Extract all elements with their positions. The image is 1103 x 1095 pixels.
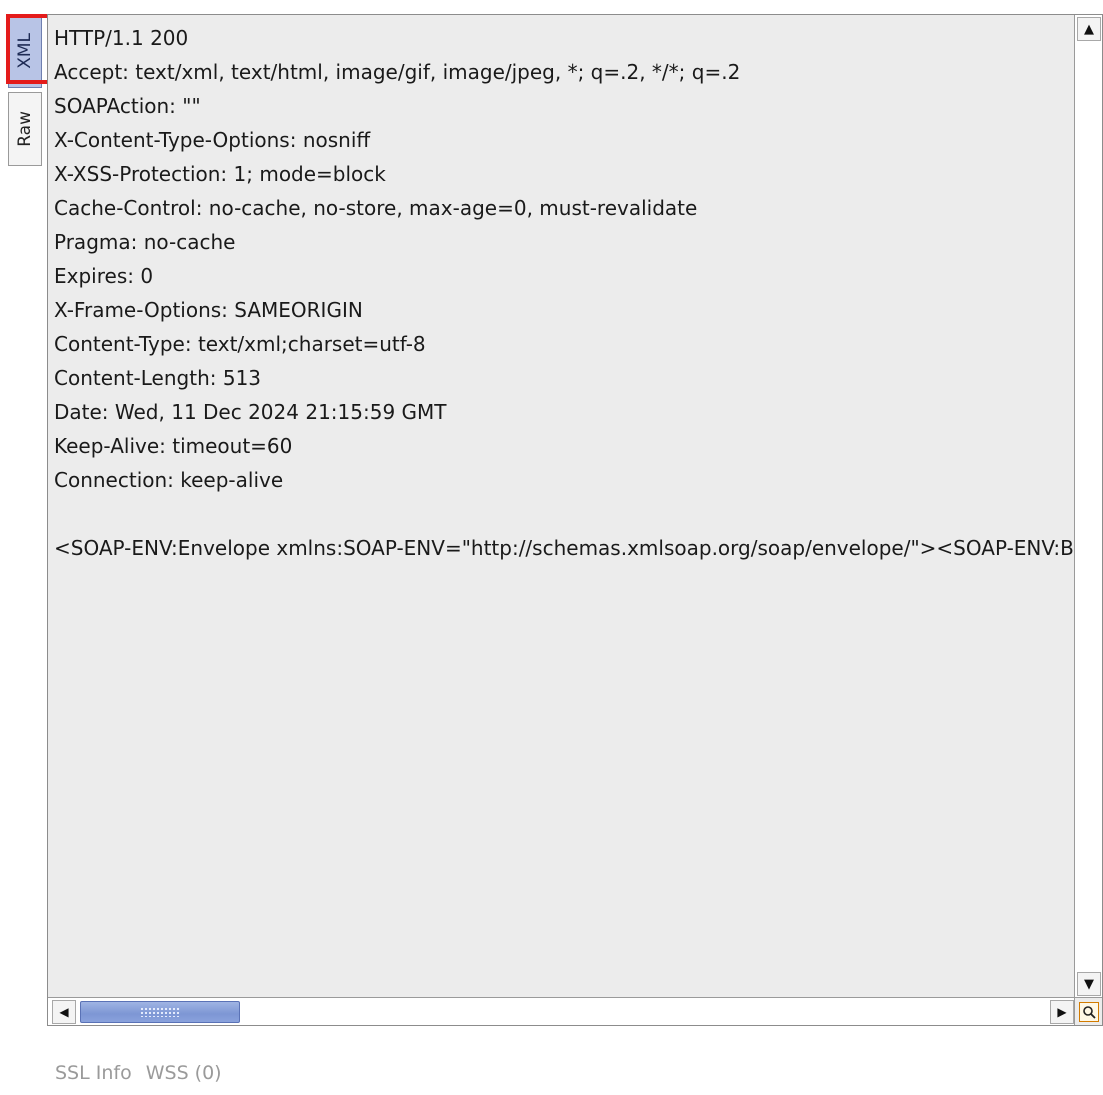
response-line: Content-Length: 513 [54,366,262,390]
tab-ssl-info[interactable]: SSL Info [55,1062,132,1092]
tab-wss[interactable]: WSS (0) [146,1062,222,1092]
response-line: <SOAP-ENV:Envelope xmlns:SOAP-ENV="http:… [54,536,1076,560]
response-line: X-Content-Type-Options: nosniff [54,128,371,152]
response-line: Expires: 0 [54,264,154,288]
response-line: HTTP/1.1 200 [54,26,189,50]
grip-icon [140,1007,180,1017]
scroll-down-button[interactable]: ▼ [1077,972,1101,996]
response-line: X-Frame-Options: SAMEORIGIN [54,298,363,322]
response-line: Content-Type: text/xml;charset=utf-8 [54,332,426,356]
response-line: Accept: text/xml, text/html, image/gif, … [54,60,741,84]
response-line: Keep-Alive: timeout=60 [54,434,293,458]
horizontal-scrollbar[interactable]: ◀ ▶ [48,997,1076,1025]
arrow-right-icon: ▶ [1057,1005,1067,1019]
view-tabs: XML Raw [8,14,42,166]
arrow-down-icon: ▼ [1084,976,1094,992]
scroll-left-button[interactable]: ◀ [52,1000,76,1024]
scroll-right-button[interactable]: ▶ [1050,1000,1074,1024]
tab-raw[interactable]: Raw [8,92,42,166]
tab-xml[interactable]: XML [8,14,42,88]
response-text-area[interactable]: HTTP/1.1 200 Accept: text/xml, text/html… [48,15,1076,998]
scroll-corner [1074,997,1102,1025]
bottom-tab-bar: SSL Info WSS (0) [55,1062,222,1092]
response-line: Connection: keep-alive [54,468,284,492]
tab-raw-label: Raw [15,111,35,147]
magnifier-icon [1082,1005,1096,1019]
horizontal-scroll-thumb[interactable] [80,1001,240,1023]
vertical-scrollbar[interactable]: ▲ ▼ [1074,15,1102,998]
zoom-button[interactable] [1078,1001,1099,1022]
tab-xml-label: XML [15,33,35,69]
arrow-left-icon: ◀ [59,1005,69,1019]
response-line: Pragma: no-cache [54,230,236,254]
response-line: Date: Wed, 11 Dec 2024 21:15:59 GMT [54,400,447,424]
arrow-up-icon: ▲ [1084,21,1094,37]
response-line: X-XSS-Protection: 1; mode=block [54,162,386,186]
response-line: Cache-Control: no-cache, no-store, max-a… [54,196,698,220]
response-viewer: XML Raw HTTP/1.1 200 Accept: text/xml, t… [0,0,1103,1095]
response-editor[interactable]: HTTP/1.1 200 Accept: text/xml, text/html… [47,14,1103,1026]
response-line: SOAPAction: "" [54,94,201,118]
scroll-up-button[interactable]: ▲ [1077,17,1101,41]
response-line [54,497,1076,531]
